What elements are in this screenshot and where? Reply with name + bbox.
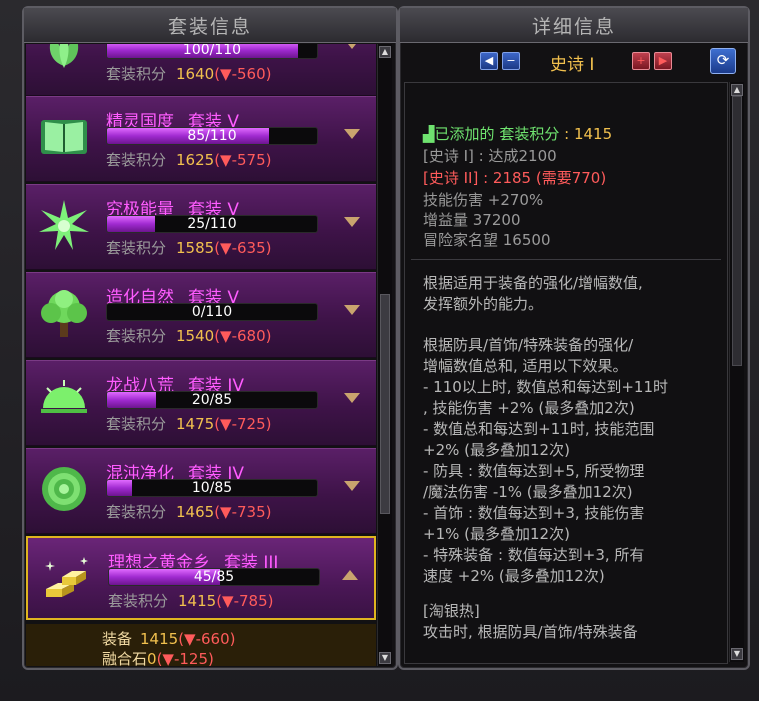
set-icon: ▟ (423, 125, 435, 143)
scroll-down-button[interactable]: ▼ (731, 648, 743, 660)
collapse-arrow-button[interactable] (342, 570, 358, 580)
set-item-partial[interactable]: 100/110 套装积分 1640(▼-560) (26, 44, 376, 96)
detail-content: ▟已添加的 套装积分 : 1415 [史诗 I] : 达成2100 [史诗 II… (404, 82, 728, 664)
added-score-line: ▟已添加的 套装积分 : 1415 (423, 125, 613, 143)
fame-line: 冒险家名望 16500 (423, 231, 551, 249)
book-icon (34, 107, 94, 167)
set-item-zaohua[interactable]: 造化自然 套装 V 0/110 套装积分 1540(▼-680) (26, 272, 376, 358)
rose-icon (34, 459, 94, 519)
set-detail-strip: 装备 1415(▼-660) 融合石0(▼-125) (26, 624, 376, 666)
score-row: 套装积分 1415(▼-785) (108, 592, 274, 610)
set-item-huangjinxiang[interactable]: 理想之黄金乡 套装 III 45/85 套装积分 1415(▼-785) (26, 536, 376, 620)
score-row: 套装积分 1475(▼-725) (106, 415, 272, 433)
minus-tier-button[interactable]: − (502, 52, 520, 70)
progress-bar: 0/110 (106, 303, 318, 321)
leaf-icon (34, 44, 94, 81)
expand-arrow-button[interactable] (344, 393, 360, 403)
set-item-hundun[interactable]: 混沌净化 套装 IV 10/85 套装积分 1465(▼-735) (26, 448, 376, 534)
scroll-thumb[interactable] (732, 96, 742, 366)
expand-arrow-button[interactable] (344, 305, 360, 315)
desc-effects: 根据防具/首饰/特殊装备的强化/ 增幅数值总和, 适用以下效果。 - 110以上… (423, 336, 669, 585)
score-row: 套装积分 1465(▼-735) (106, 503, 272, 521)
scroll-thumb[interactable] (380, 294, 390, 514)
detail-scrollbar[interactable]: ▲ ▼ (729, 82, 744, 662)
tier-label: 史诗 I (550, 55, 595, 75)
plus-tier-button[interactable]: + (632, 52, 650, 70)
score-row: 套装积分 1625(▼-575) (106, 151, 272, 169)
expand-arrow-button[interactable] (344, 481, 360, 491)
progress-bar: 100/110 (106, 44, 318, 59)
set-list: 100/110 套装积分 1640(▼-560) 精灵国度 套装 V 85/110 … (26, 44, 376, 666)
progress-bar: 10/85 (106, 479, 318, 497)
expand-arrow-button[interactable] (344, 217, 360, 227)
set-item-longzhan[interactable]: 龙战八荒 套装 IV 20/85 套装积分 1475(▼-725) (26, 360, 376, 446)
divider (411, 259, 721, 260)
tier-navigation: ◀ − 史诗 I + ▶ ⟳ (400, 46, 748, 78)
prev-tier-button[interactable]: ◀ (480, 52, 498, 70)
progress-bar: 45/85 (108, 568, 320, 586)
set-info-panel: 套装信息 100/110 套装积分1640(▼-560) 精灵国度套装 V (22, 6, 398, 670)
progress-bar: 25/110 (106, 215, 318, 233)
set-info-title: 套装信息 (24, 8, 396, 43)
desc-intro: 根据适用于装备的强化/增幅数值, 发挥额外的能力。 (423, 274, 643, 313)
progress-bar: 20/85 (106, 391, 318, 409)
skill-damage-line: 技能伤害 +270% (423, 191, 544, 209)
equip-score-line: 装备 1415(▼-660) (102, 630, 236, 648)
desc-special: [淘银热] 攻击时, 根据防具/首饰/特殊装备 (423, 602, 638, 641)
scroll-up-button[interactable]: ▲ (731, 84, 743, 96)
score-row: 套装积分 1585(▼-635) (106, 239, 272, 257)
expand-arrow-button[interactable] (344, 44, 360, 49)
set-list-scrollbar[interactable]: ▲ ▼ (377, 44, 392, 666)
refresh-icon[interactable]: ⟳ (710, 48, 736, 74)
set-item-jiuji[interactable]: 究极能量 套装 V 25/110 套装积分 1585(▼-635) (26, 184, 376, 270)
set-item-jingling[interactable]: 精灵国度 套装 V 85/110 套装积分 1625(▼-575) (26, 96, 376, 182)
detail-info-title: 详细信息 (400, 8, 748, 43)
score-row: 套装积分 1540(▼-680) (106, 327, 272, 345)
scroll-down-button[interactable]: ▼ (379, 652, 391, 664)
progress-bar: 85/110 (106, 127, 318, 145)
boost-line: 增益量 37200 (423, 211, 521, 229)
detail-info-panel: 详细信息 ◀ − 史诗 I + ▶ ⟳ ▟已添加的 套装积分 : 1415 [史… (398, 6, 750, 670)
sunrise-icon (34, 371, 94, 431)
score-row: 套装积分 1640(▼-560) (106, 65, 272, 83)
fusion-score-line: 融合石0(▼-125) (102, 650, 214, 666)
gold-bars-icon (36, 548, 96, 608)
tier2-line: [史诗 II] : 2185 (需要770) (423, 169, 607, 187)
next-tier-button[interactable]: ▶ (654, 52, 672, 70)
expand-arrow-button[interactable] (344, 129, 360, 139)
tree-icon (34, 283, 94, 343)
starburst-icon (34, 195, 94, 255)
scroll-up-button[interactable]: ▲ (379, 46, 391, 58)
tier1-line: [史诗 I] : 达成2100 (423, 147, 557, 165)
